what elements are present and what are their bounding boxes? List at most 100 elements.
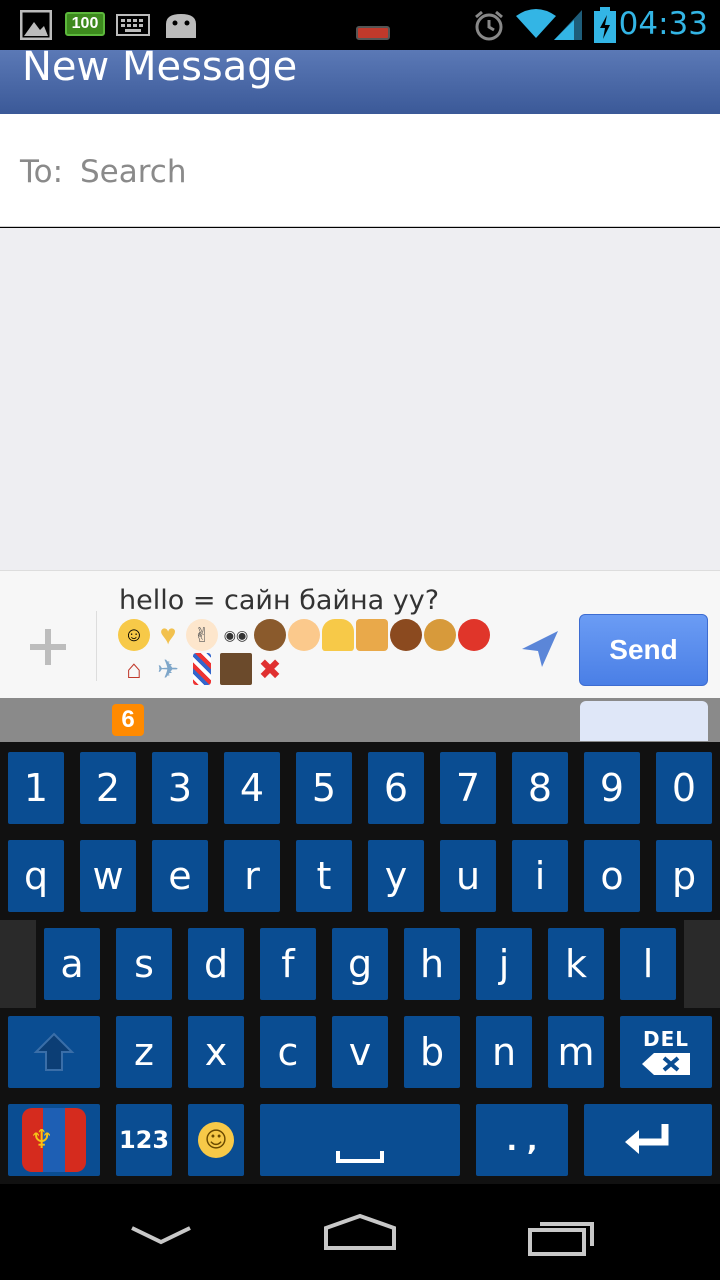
key-w[interactable]: w [80, 840, 136, 912]
victory-hand-icon: ✌ [186, 619, 218, 651]
key-u[interactable]: u [440, 840, 496, 912]
recent-apps-icon[interactable] [526, 1214, 598, 1258]
key-7[interactable]: 7 [440, 752, 496, 824]
horse-face-icon [254, 619, 286, 651]
attach-plus-button[interactable] [30, 629, 66, 665]
delete-key-label: DEL [642, 1027, 689, 1051]
key-p[interactable]: p [656, 840, 712, 912]
android-notification-icon [166, 14, 196, 38]
status-time: 04:33 [618, 6, 708, 42]
back-chevron-down-icon[interactable] [130, 1224, 192, 1248]
key-m[interactable]: m [548, 1016, 604, 1088]
delete-key[interactable]: DEL [620, 1016, 712, 1088]
recipient-row: To: [0, 114, 720, 227]
backspace-icon [642, 1053, 690, 1075]
recording-notification-icon [356, 26, 390, 40]
language-switch-key[interactable]: ♆ [8, 1104, 100, 1176]
keyboard-side-panel-left [0, 920, 36, 1008]
message-emoji-content: ☺ ♥ ✌ ◉◉ ⌂ ✈ ✖ [118, 619, 508, 687]
alarm-icon [475, 10, 503, 41]
emoji-row-1: ☺ ♥ ✌ ◉◉ [118, 619, 508, 653]
emoji-key[interactable]: ☺ [188, 1104, 244, 1176]
key-j[interactable]: j [476, 928, 532, 1000]
key-r[interactable]: r [224, 840, 280, 912]
barber-pole-icon [193, 653, 211, 685]
key-x[interactable]: x [188, 1016, 244, 1088]
compose-bar: hello = сайн байна уу? ☺ ♥ ✌ ◉◉ ⌂ ✈ ✖ Se… [0, 570, 720, 698]
emoji-row-2: ⌂ ✈ ✖ [118, 653, 508, 687]
yellow-heart-icon: ♥ [159, 619, 177, 650]
key-q[interactable]: q [8, 840, 64, 912]
status-bar: 100 04:33 [0, 0, 720, 50]
shift-key[interactable] [8, 1016, 100, 1088]
bell-icon [322, 619, 354, 651]
key-a[interactable]: a [44, 928, 100, 1000]
battery-charging-icon [594, 7, 616, 43]
key-e[interactable]: e [152, 840, 208, 912]
key-g[interactable]: g [332, 928, 388, 1000]
page-title: New Message [22, 50, 298, 90]
key-b[interactable]: b [404, 1016, 460, 1088]
mongolian-flag-icon: ♆ [22, 1108, 86, 1172]
battery-full-label: 100 [71, 15, 99, 32]
enter-return-icon [625, 1124, 669, 1154]
american-football-icon [390, 619, 422, 651]
key-4[interactable]: 4 [224, 752, 280, 824]
baby-chick-icon [288, 619, 320, 651]
house-icon: ⌂ [126, 653, 142, 684]
key-v[interactable]: v [332, 1016, 388, 1088]
key-o[interactable]: o [584, 840, 640, 912]
punctuation-key[interactable]: . , [476, 1104, 568, 1176]
key-i[interactable]: i [512, 840, 568, 912]
gallery-notification-icon [20, 10, 52, 40]
key-2[interactable]: 2 [80, 752, 136, 824]
location-arrow-icon[interactable] [520, 629, 560, 669]
film-frames-icon [220, 653, 252, 685]
key-t[interactable]: t [296, 840, 352, 912]
key-l[interactable]: l [620, 928, 676, 1000]
smiley-icon: ☺ [198, 1122, 234, 1158]
key-1[interactable]: 1 [8, 752, 64, 824]
cross-mark-icon: ✖ [258, 653, 282, 685]
key-3[interactable]: 3 [152, 752, 208, 824]
key-n[interactable]: n [476, 1016, 532, 1088]
key-9[interactable]: 9 [584, 752, 640, 824]
enter-key[interactable] [584, 1104, 712, 1176]
home-icon[interactable] [322, 1212, 398, 1252]
key-8[interactable]: 8 [512, 752, 568, 824]
key-d[interactable]: d [188, 928, 244, 1000]
shift-arrow-icon [33, 1032, 75, 1071]
compose-divider [96, 611, 97, 681]
recipient-search-input[interactable] [80, 144, 680, 200]
navigation-bar [0, 1184, 720, 1280]
grinning-face-icon: ☺ [118, 619, 150, 651]
space-bar-icon [336, 1151, 384, 1163]
wifi-icon [516, 9, 556, 38]
recipient-label: To: [20, 154, 64, 190]
key-0[interactable]: 0 [656, 752, 712, 824]
key-k[interactable]: k [548, 928, 604, 1000]
message-input[interactable]: hello = сайн байна уу? [119, 585, 439, 616]
battery-full-notification-icon: 100 [65, 12, 105, 36]
key-c[interactable]: c [260, 1016, 316, 1088]
megaphone-icon [356, 619, 388, 651]
tomato-icon [458, 619, 490, 651]
key-f[interactable]: f [260, 928, 316, 1000]
send-button[interactable]: Send [579, 614, 708, 686]
key-z[interactable]: z [116, 1016, 172, 1088]
app-bar: New Message [0, 50, 720, 114]
keyboard-notification-icon [116, 14, 150, 36]
key-s[interactable]: s [116, 928, 172, 1000]
hamburger-icon [424, 619, 456, 651]
key-5[interactable]: 5 [296, 752, 352, 824]
key-6[interactable]: 6 [368, 752, 424, 824]
key-y[interactable]: y [368, 840, 424, 912]
suggestion-badge: 6 [112, 704, 144, 736]
numbers-mode-key[interactable]: 123 [116, 1104, 172, 1176]
keyboard-side-panel-right [684, 920, 720, 1008]
key-h[interactable]: h [404, 928, 460, 1000]
signal-strength-icon [554, 10, 582, 40]
airplane-icon: ✈ [157, 653, 179, 684]
ghost-send-button [580, 701, 708, 741]
space-key[interactable] [260, 1104, 460, 1176]
